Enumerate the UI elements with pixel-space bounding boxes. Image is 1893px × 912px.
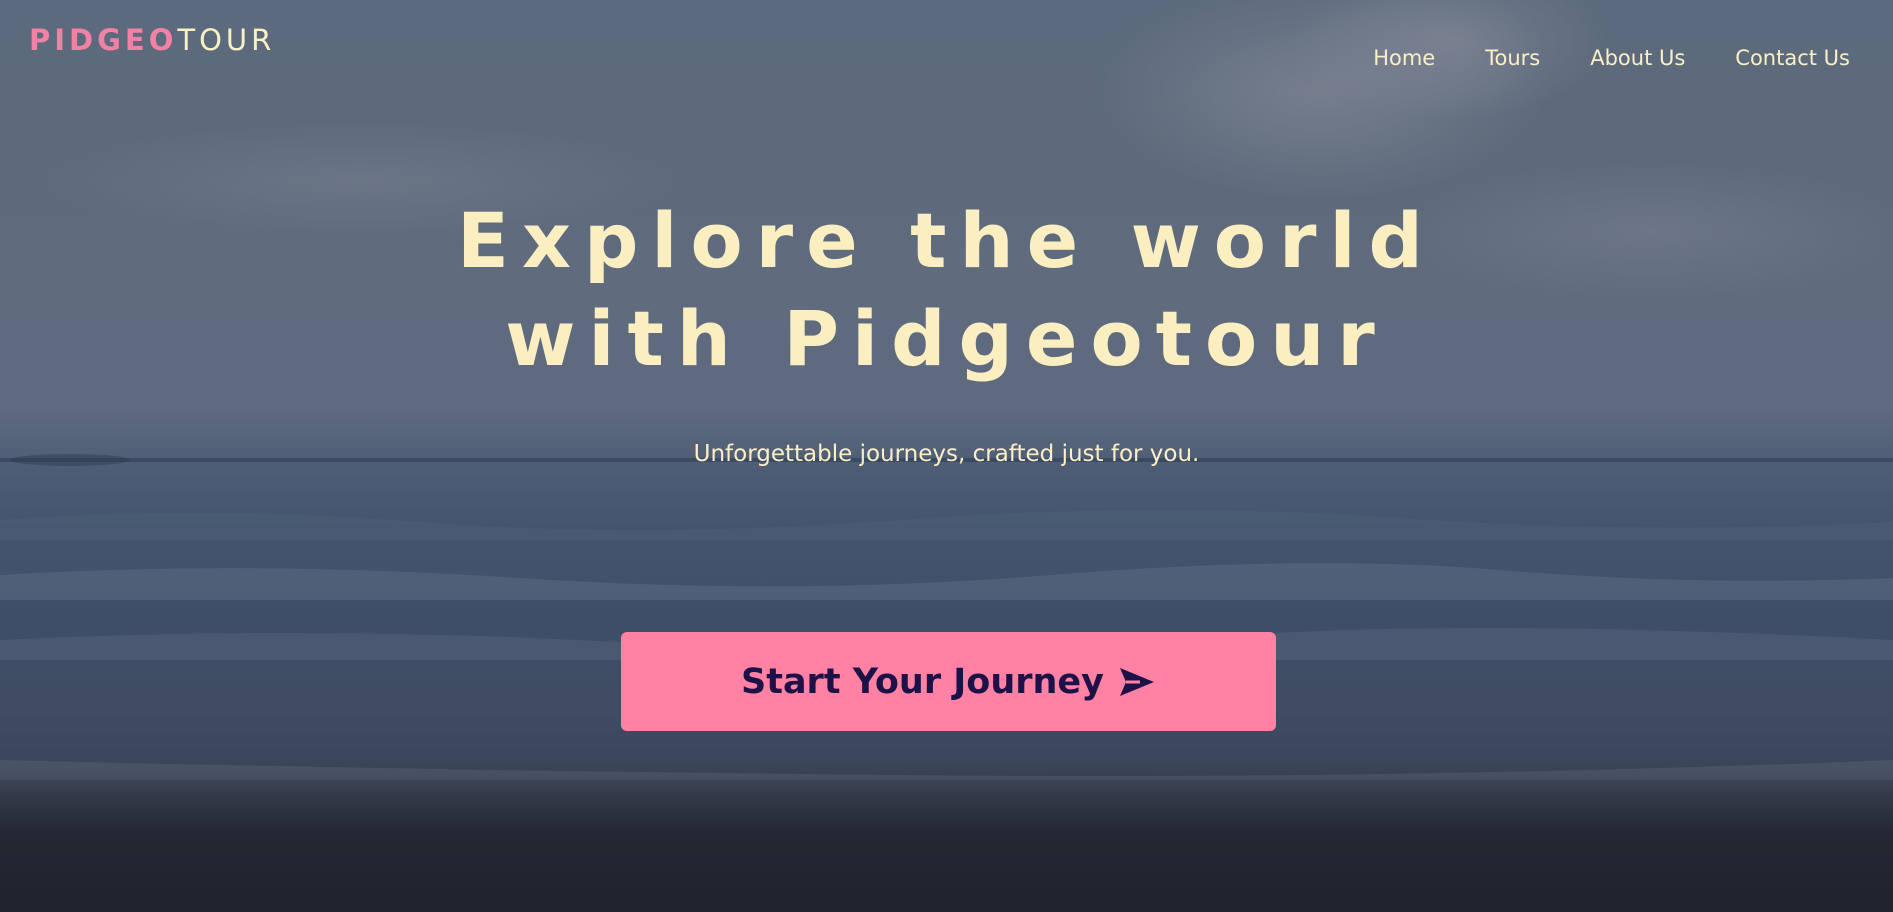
hero-section: PIDGEOTOUR Home Tours About Us Contact U… [0, 0, 1893, 912]
nav-item-contact-us[interactable]: Contact Us [1735, 44, 1850, 72]
hero-headline-line1: Explore the world [457, 196, 1436, 285]
logo[interactable]: PIDGEOTOUR [29, 22, 275, 58]
hero-headline: Explore the world with Pidgeotour [0, 192, 1893, 388]
hero-subtitle: Unforgettable journeys, crafted just for… [693, 441, 1200, 467]
nav-item-tours[interactable]: Tours [1485, 44, 1540, 72]
nav-item-home[interactable]: Home [1373, 44, 1435, 72]
main-nav: Home Tours About Us Contact Us [1373, 44, 1850, 72]
hero-headline-line2: with Pidgeotour [505, 294, 1388, 383]
shore [0, 780, 1893, 912]
start-journey-button[interactable]: Start Your Journey [621, 632, 1276, 731]
logo-text-light: TOUR [177, 23, 276, 57]
send-arrow-icon [1118, 666, 1156, 698]
logo-text-bold: PIDGEO [29, 23, 178, 57]
start-journey-label: Start Your Journey [741, 661, 1104, 702]
nav-item-about-us[interactable]: About Us [1590, 44, 1685, 72]
